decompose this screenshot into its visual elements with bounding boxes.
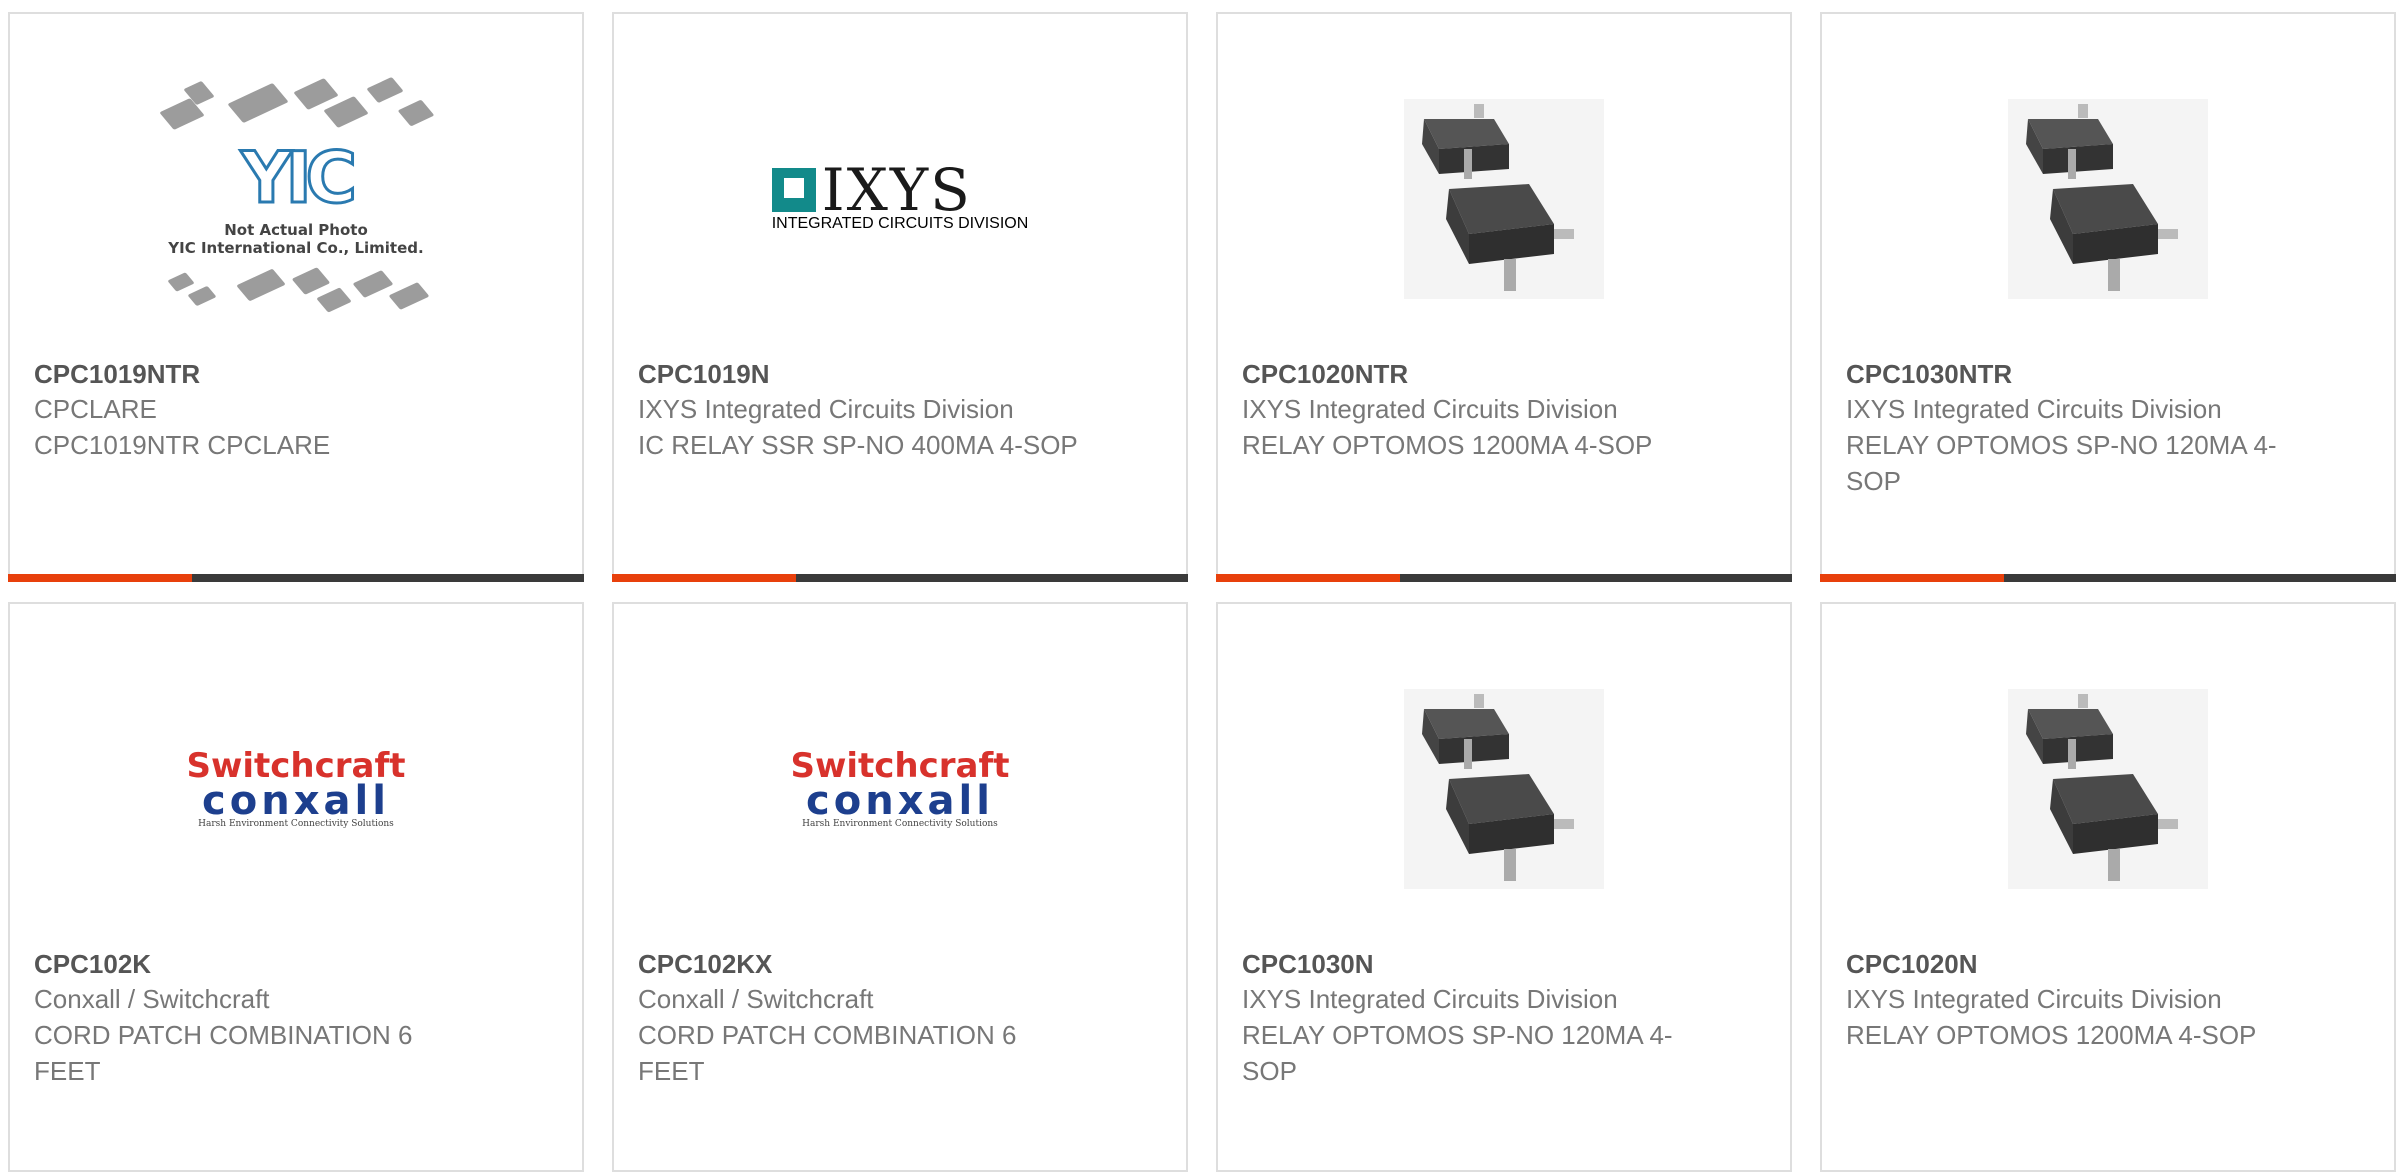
part-number[interactable]: CPC1019N <box>638 357 1078 391</box>
switchcraft-tagline: Harsh Environment Connectivity Solutions <box>802 819 998 829</box>
card-bar-accent <box>612 574 796 582</box>
description: RELAY OPTOMOS 1200MA 4-SOP <box>1242 430 1653 460</box>
product-image[interactable]: YIC Not Actual Photo YIC International C… <box>10 74 582 324</box>
conxall-wordmark: conxall <box>806 778 994 824</box>
card-bar-accent <box>1216 574 1400 582</box>
part-number[interactable]: CPC1020N <box>1846 947 2286 981</box>
manufacturer: Conxall / Switchcraft <box>34 984 270 1014</box>
card-bar-accent <box>8 574 192 582</box>
switchcraft-tagline: Harsh Environment Connectivity Solutions <box>198 819 394 829</box>
product-image[interactable]: IXYS INTEGRATED CIRCUITS DIVISION <box>614 74 1186 324</box>
part-number[interactable]: CPC102KX <box>638 947 1078 981</box>
conxall-wordmark: conxall <box>202 778 390 824</box>
relay-photo <box>2008 99 2208 299</box>
product-card[interactable]: CPC1030N IXYS Integrated Circuits Divisi… <box>1216 602 1792 1172</box>
relay-photo <box>1404 689 1604 889</box>
manufacturer: IXYS Integrated Circuits Division <box>1242 984 1618 1014</box>
product-image[interactable] <box>1822 664 2394 914</box>
card-bar-accent <box>1820 574 2004 582</box>
part-number[interactable]: CPC1019NTR <box>34 357 474 391</box>
description: RELAY OPTOMOS SP-NO 120MA 4-SOP <box>1242 1020 1673 1086</box>
product-card[interactable]: CPC1020N IXYS Integrated Circuits Divisi… <box>1820 602 2396 1172</box>
ixys-wordmark: IXYS <box>821 156 972 224</box>
part-number[interactable]: CPC1030NTR <box>1846 357 2286 391</box>
part-number[interactable]: CPC1020NTR <box>1242 357 1682 391</box>
card-bar <box>1216 574 1792 582</box>
card-bar <box>8 574 584 582</box>
card-bar <box>612 574 1188 582</box>
product-card[interactable]: IXYS INTEGRATED CIRCUITS DIVISION CPC101… <box>612 12 1188 582</box>
not-actual-photo-text: Not Actual Photo <box>224 221 368 239</box>
product-grid: YIC Not Actual Photo YIC International C… <box>8 12 2400 1173</box>
product-card[interactable]: CPC1030NTR IXYS Integrated Circuits Divi… <box>1820 12 2396 582</box>
ixys-subtitle: INTEGRATED CIRCUITS DIVISION <box>771 215 1029 232</box>
relay-photo <box>1404 99 1604 299</box>
manufacturer: IXYS Integrated Circuits Division <box>1846 984 2222 1014</box>
product-card[interactable]: CPC1020NTR IXYS Integrated Circuits Divi… <box>1216 12 1792 582</box>
description: RELAY OPTOMOS 1200MA 4-SOP <box>1846 1020 2257 1050</box>
product-card[interactable]: Switchcraft conxall Harsh Environment Co… <box>8 602 584 1172</box>
yic-company-text: YIC International Co., Limited. <box>168 239 424 257</box>
manufacturer: IXYS Integrated Circuits Division <box>1242 394 1618 424</box>
description: RELAY OPTOMOS SP-NO 120MA 4-SOP <box>1846 430 2277 496</box>
ixys-mark-icon <box>771 168 816 212</box>
card-bar <box>1820 574 2396 582</box>
description: CPC1019NTR CPCLARE <box>34 430 331 460</box>
product-image[interactable]: Switchcraft conxall Harsh Environment Co… <box>10 664 582 914</box>
part-number[interactable]: CPC1030N <box>1242 947 1682 981</box>
yic-brand: YIC <box>239 137 358 219</box>
product-card[interactable]: YIC Not Actual Photo YIC International C… <box>8 12 584 582</box>
product-image[interactable] <box>1218 664 1790 914</box>
manufacturer: CPCLARE <box>34 394 157 424</box>
product-image[interactable] <box>1218 74 1790 324</box>
ixys-logo: IXYS INTEGRATED CIRCUITS DIVISION <box>771 156 1029 233</box>
product-image[interactable] <box>1822 74 2394 324</box>
description: IC RELAY SSR SP-NO 400MA 4-SOP <box>638 430 1078 460</box>
yic-placeholder-logo: YIC Not Actual Photo YIC International C… <box>159 76 435 319</box>
relay-photo <box>2008 689 2208 889</box>
description: CORD PATCH COMBINATION 6 FEET <box>638 1020 1017 1086</box>
manufacturer: Conxall / Switchcraft <box>638 984 874 1014</box>
switchcraft-conxall-logo: Switchcraft conxall Harsh Environment Co… <box>186 749 405 829</box>
description: CORD PATCH COMBINATION 6 FEET <box>34 1020 413 1086</box>
product-card[interactable]: Switchcraft conxall Harsh Environment Co… <box>612 602 1188 1172</box>
part-number[interactable]: CPC102K <box>34 947 474 981</box>
manufacturer: IXYS Integrated Circuits Division <box>1846 394 2222 424</box>
switchcraft-conxall-logo: Switchcraft conxall Harsh Environment Co… <box>790 749 1009 829</box>
product-image[interactable]: Switchcraft conxall Harsh Environment Co… <box>614 664 1186 914</box>
manufacturer: IXYS Integrated Circuits Division <box>638 394 1014 424</box>
